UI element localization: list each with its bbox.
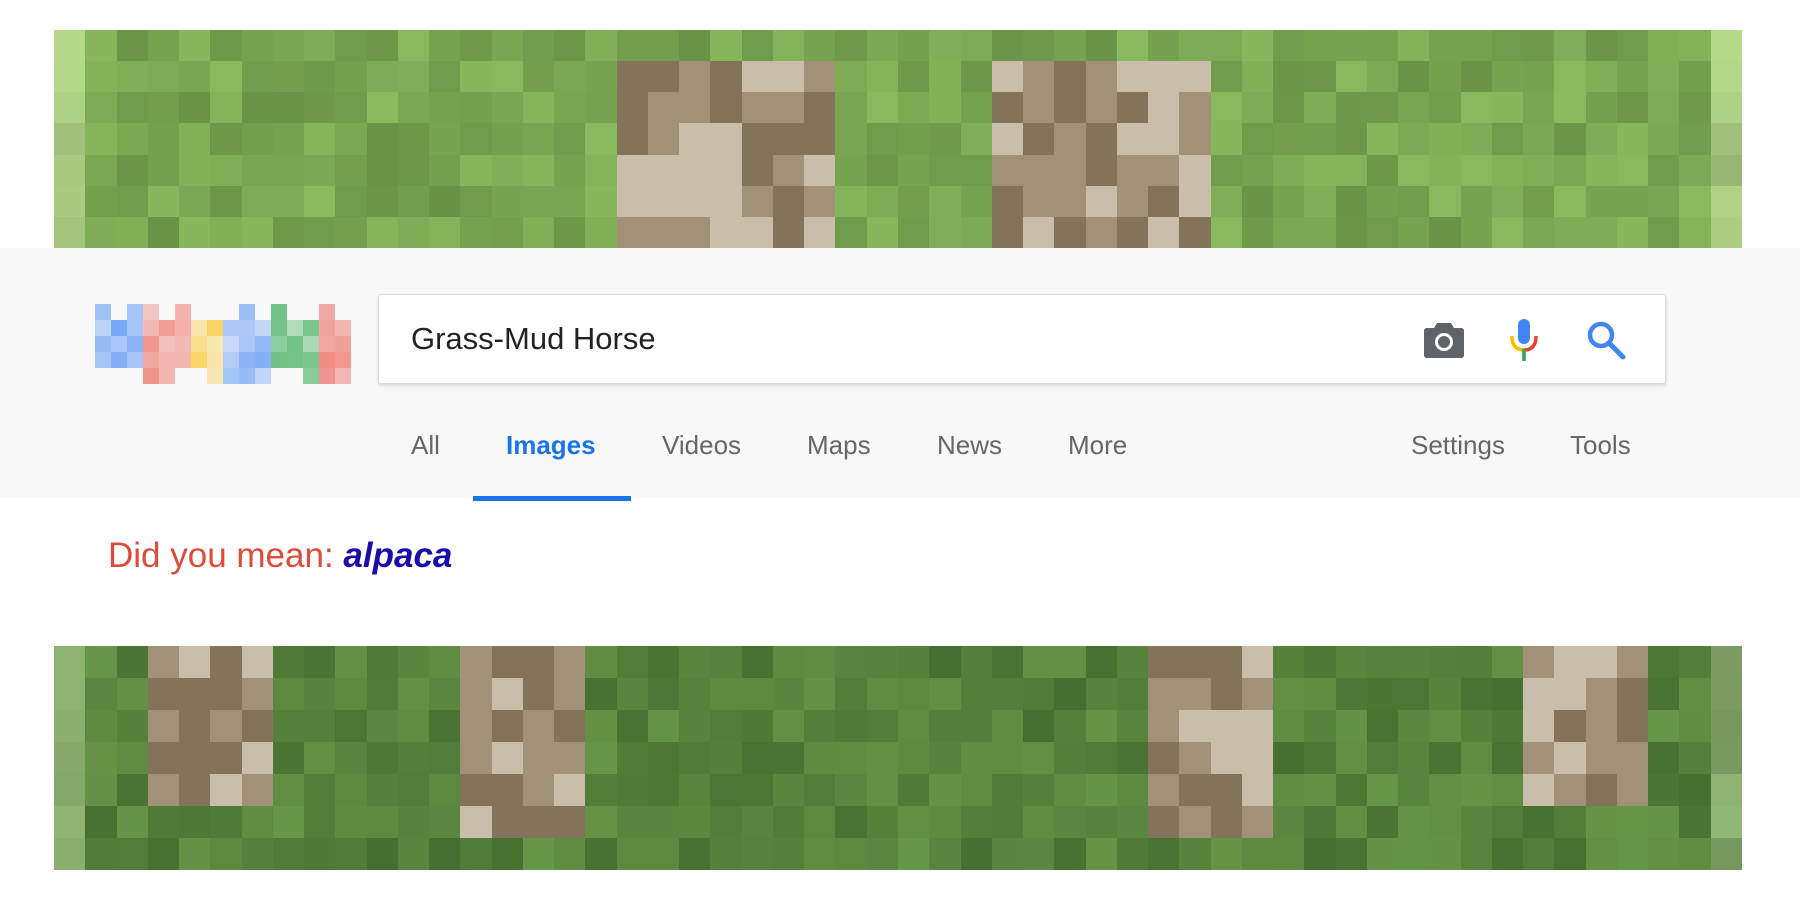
tab-settings[interactable]: Settings (1411, 430, 1505, 461)
tab-maps[interactable]: Maps (807, 430, 871, 461)
camera-icon (1424, 323, 1464, 358)
tab-more[interactable]: More (1068, 430, 1127, 461)
search-input[interactable] (411, 311, 1391, 367)
spelling-suggestion: Did you mean: alpaca (108, 536, 452, 576)
pixelated-image-bottom (54, 646, 1742, 870)
search-icon (1587, 321, 1626, 360)
search-button[interactable] (1581, 315, 1631, 365)
tab-all[interactable]: All (411, 430, 440, 461)
did-you-mean-label: Did you mean: (108, 536, 334, 575)
camera-button[interactable] (1419, 315, 1469, 365)
microphone-icon (1510, 319, 1538, 361)
tab-news[interactable]: News (937, 430, 1002, 461)
tab-videos[interactable]: Videos (662, 430, 741, 461)
suggestion-link[interactable]: alpaca (343, 536, 452, 575)
microphone-button[interactable] (1499, 315, 1549, 365)
tab-images[interactable]: Images (506, 430, 596, 461)
pixelated-image-top (54, 30, 1742, 248)
search-box (378, 294, 1666, 384)
pixelated-logo[interactable] (95, 304, 351, 384)
active-tab-indicator (473, 496, 631, 501)
tab-tools[interactable]: Tools (1570, 430, 1631, 461)
